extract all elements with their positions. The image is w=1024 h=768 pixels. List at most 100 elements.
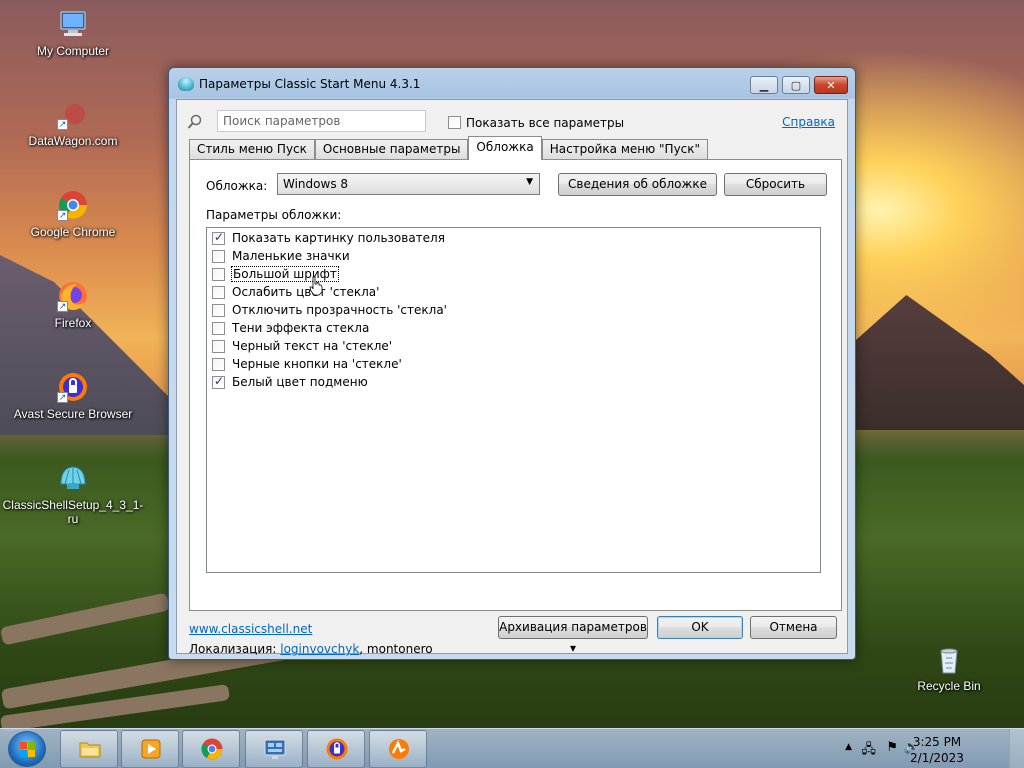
option-checkbox[interactable] [212, 321, 225, 335]
shortcut-arrow-icon: ↗ [57, 119, 68, 130]
hand-cursor-icon [309, 276, 323, 296]
desktop-icon-recycle-bin[interactable]: Recycle Bin [874, 643, 1024, 693]
option-label: Маленькие значки [232, 249, 350, 263]
show-all-params-check[interactable] [448, 116, 461, 129]
backup-settings-button[interactable]: Архивация параметров ▾ [498, 616, 648, 655]
folder-icon [79, 742, 101, 758]
option-checkbox[interactable] [212, 374, 225, 389]
windows-logo-icon [20, 742, 35, 757]
desktop-icon-avast-browser[interactable]: ↗ Avast Secure Browser [0, 371, 148, 421]
control-panel-icon [264, 739, 286, 759]
action-center-flag-icon[interactable]: ⚑ [886, 740, 898, 755]
web-shortcut-icon: ↗ [57, 98, 89, 130]
website-link[interactable]: www.classicshell.net [189, 622, 312, 636]
desktop-icon-label: Google Chrome [30, 225, 116, 239]
list-item[interactable]: Тени эффекта стекла [212, 319, 369, 337]
avast-browser-icon: ↗ [57, 371, 89, 403]
localization-label: Локализация: [189, 642, 277, 656]
taskbar-button-avast-browser[interactable] [307, 730, 365, 768]
skin-info-button[interactable]: Сведения об обложке [558, 173, 717, 196]
list-item[interactable]: Белый цвет подменю [212, 373, 368, 391]
help-link[interactable]: Справка [782, 115, 835, 129]
recycle-bin-icon [933, 643, 965, 675]
maximize-button[interactable]: ▢ [782, 76, 810, 94]
taskbar-button-explorer[interactable] [60, 730, 118, 768]
tab-basic-settings[interactable]: Основные параметры [314, 139, 469, 160]
list-item[interactable]: Черный текст на 'стекле' [212, 337, 392, 355]
option-checkbox[interactable] [212, 285, 225, 299]
firefox-icon: ↗ [57, 280, 89, 312]
media-player-icon [141, 739, 161, 759]
option-label: Черные кнопки на 'стекле' [232, 357, 402, 371]
classic-start-menu-settings-window: Параметры Classic Start Menu 4.3.1 ▁ ▢ ✕… [168, 67, 856, 660]
classic-shell-icon [178, 77, 194, 91]
maximize-icon: ▢ [790, 78, 802, 92]
tab-strip: Стиль меню Пуск Основные параметры Облож… [189, 136, 709, 160]
option-label: Черный текст на 'стекле' [232, 339, 393, 353]
desktop-icon-datawagon[interactable]: ↗ DataWagon.com [0, 98, 148, 148]
option-label: Белый цвет подменю [232, 375, 368, 389]
cancel-button[interactable]: Отмена [750, 616, 837, 639]
desktop-icon-label: Firefox [54, 316, 92, 330]
option-checkbox[interactable] [212, 267, 225, 281]
avast-icon [389, 739, 409, 759]
option-checkbox[interactable] [212, 303, 225, 317]
option-checkbox[interactable] [212, 357, 225, 371]
list-item[interactable]: Маленькие значки [212, 247, 350, 265]
taskbar-button-control-panel[interactable] [245, 730, 303, 768]
chrome-icon: ↗ [57, 189, 89, 221]
desktop-icon-classicshell-setup[interactable]: ClassicShellSetup_4_3_1-ru [0, 462, 148, 526]
desktop-icon-label: DataWagon.com [28, 134, 118, 148]
dropdown-arrow-icon: ▼ [526, 177, 533, 187]
option-label: Показать картинку пользователя [232, 231, 445, 245]
desktop-icon-label: Avast Secure Browser [13, 407, 133, 421]
clock[interactable]: 3:25 PM 2/1/2023 [902, 734, 972, 766]
list-item[interactable]: Отключить прозрачность 'стекла' [212, 301, 447, 319]
classic-shell-icon [57, 462, 89, 494]
localization-author-link[interactable]: loginvovchyk [280, 642, 359, 656]
ok-button[interactable]: OK [657, 616, 743, 639]
skin-dropdown[interactable]: Windows 8 ▼ [277, 173, 540, 195]
option-checkbox[interactable] [212, 230, 225, 245]
skin-options-list[interactable]: Показать картинку пользователя Маленькие… [206, 227, 821, 573]
option-checkbox[interactable] [212, 249, 225, 263]
desktop-icon-my-computer[interactable]: My Computer [0, 8, 148, 58]
minimize-button[interactable]: ▁ [750, 76, 778, 94]
chrome-icon [201, 738, 223, 760]
desktop-icon-chrome[interactable]: ↗ Google Chrome [0, 189, 148, 239]
clock-time: 3:25 PM [912, 735, 962, 749]
taskbar-button-avast[interactable] [369, 730, 427, 768]
option-checkbox[interactable] [212, 339, 225, 353]
shortcut-arrow-icon: ↗ [57, 392, 68, 403]
title-bar[interactable]: Параметры Classic Start Menu 4.3.1 ▁ ▢ ✕ [169, 68, 855, 98]
taskbar-button-media-player[interactable] [121, 730, 179, 768]
network-icon[interactable]: 🖧 [862, 740, 877, 762]
reset-button[interactable]: Сбросить [724, 173, 827, 196]
list-item[interactable]: Показать картинку пользователя [212, 229, 445, 247]
show-hidden-icons-icon[interactable]: ▲ [845, 742, 852, 752]
start-button[interactable] [8, 731, 46, 767]
search-icon [187, 114, 203, 130]
close-button[interactable]: ✕ [814, 76, 848, 94]
computer-icon [57, 8, 89, 40]
taskbar-button-chrome[interactable] [182, 730, 240, 768]
tab-skin[interactable]: Обложка [468, 136, 542, 160]
skin-label: Обложка: [206, 179, 268, 193]
desktop-icon-firefox[interactable]: ↗ Firefox [0, 280, 148, 330]
wallpaper-fence [0, 592, 171, 646]
search-input[interactable] [217, 110, 426, 132]
minimize-icon: ▁ [759, 78, 769, 92]
list-item[interactable]: Ослабить цвет 'стекла' [212, 283, 379, 301]
show-all-params-checkbox[interactable]: Показать все параметры [448, 115, 624, 130]
wallpaper-mountain-right [856, 295, 1024, 430]
tab-customize-start-menu[interactable]: Настройка меню "Пуск" [541, 139, 709, 160]
option-label: Тени эффекта стекла [232, 321, 370, 335]
skin-tab-panel: Обложка: Windows 8 ▼ Сведения об обложке… [189, 159, 842, 611]
show-desktop-button[interactable] [1009, 729, 1024, 768]
window-client-area: Показать все параметры Справка Стиль мен… [176, 99, 848, 656]
tab-start-menu-style[interactable]: Стиль меню Пуск [189, 139, 315, 160]
list-item[interactable]: Черные кнопки на 'стекле' [212, 355, 402, 373]
avast-browser-icon [326, 738, 348, 760]
shortcut-arrow-icon: ↗ [57, 210, 68, 221]
show-all-params-label: Показать все параметры [466, 115, 625, 130]
